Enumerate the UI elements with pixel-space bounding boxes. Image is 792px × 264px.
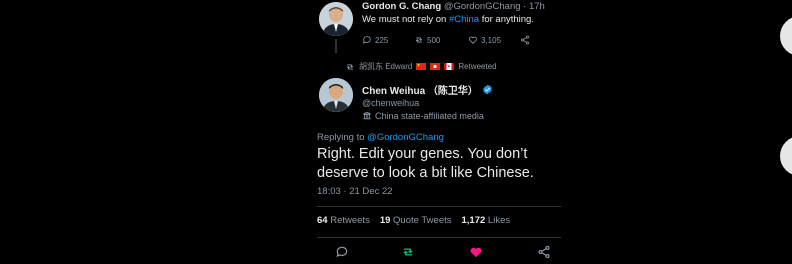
retweet-button[interactable] [401, 245, 415, 259]
header-separator: · [523, 1, 527, 12]
parent-reply-count: 225 [375, 35, 389, 45]
state-media-icon [363, 111, 371, 120]
parent-share-button[interactable] [520, 35, 530, 45]
tweet-stats: 64 Retweets 19 Quote Tweets 1,172 Likes [317, 215, 510, 226]
parent-retweet-count: 500 [427, 35, 441, 45]
thread-connector [335, 39, 337, 53]
reply-button[interactable] [335, 245, 349, 259]
retweeted-label: Retweeted [458, 62, 497, 71]
stats-bottom-divider [317, 237, 561, 238]
parent-author-handle[interactable]: @GordonGChang [444, 1, 521, 12]
edge-overlay-circle-top [780, 16, 792, 56]
retweet-icon [346, 64, 354, 69]
main-tweet-actions [317, 245, 561, 261]
retweet-banner[interactable]: 胡凯东 Edward Retweeted [345, 61, 497, 72]
gordon-avatar[interactable] [319, 2, 353, 36]
likes-stat[interactable]: 1,172 Likes [462, 215, 511, 226]
parent-reply-button[interactable]: 225 [362, 35, 388, 45]
parent-tweet-text: We must not rely on #China for anything. [362, 14, 534, 25]
parent-author-name[interactable]: Gordon G. Chang [362, 1, 441, 12]
retweets-count: 64 [317, 215, 328, 226]
china-flag-icon [416, 63, 427, 70]
replying-to-handle-link[interactable]: @GordonGChang [367, 132, 444, 143]
reply-icon [363, 36, 371, 44]
quote-tweets-stat[interactable]: 19 Quote Tweets [380, 215, 452, 226]
quote-label: Quote Tweets [393, 215, 452, 226]
retweets-label: Retweets [330, 215, 370, 226]
retweets-stat[interactable]: 64 Retweets [317, 215, 370, 226]
parent-text-end: for anything. [479, 14, 534, 25]
tweet-thread: Gordon G. Chang @GordonGChang · 17h We m… [305, 0, 561, 264]
parent-tweet-header: Gordon G. Chang @GordonGChang · 17h [362, 1, 545, 12]
main-author-name: Chen Weihua （陈卫华） [362, 86, 478, 97]
like-icon [468, 36, 478, 44]
state-media-label[interactable]: China state-affiliated media [362, 111, 484, 121]
verified-icon [483, 84, 492, 95]
parent-like-button[interactable]: 3,105 [468, 35, 501, 45]
edge-overlay-circle-bottom [780, 136, 792, 176]
share-icon [538, 245, 550, 259]
like-icon [470, 247, 482, 258]
hong-kong-flag-icon [430, 63, 441, 70]
retweeter-name: 胡凯东 Edward [359, 62, 413, 71]
state-media-text: China state-affiliated media [375, 111, 484, 121]
retweet-icon [403, 248, 413, 256]
parent-tweet-time[interactable]: 17h [529, 1, 545, 12]
stats-top-divider [317, 206, 561, 207]
parent-retweet-button[interactable]: 500 [414, 35, 440, 45]
retweet-icon [415, 37, 423, 43]
replying-to-prefix: Replying to [317, 132, 368, 143]
reply-icon [336, 246, 348, 258]
main-tweet-timestamp[interactable]: 18:03 · 21 Dec 22 [317, 186, 393, 197]
parent-like-count: 3,105 [481, 35, 502, 45]
replying-to: Replying to @GordonGChang [317, 132, 444, 143]
main-tweet-text: Right. Edit your genes. You don’t deserv… [317, 146, 534, 181]
like-button[interactable] [469, 245, 483, 259]
chen-avatar[interactable] [319, 78, 353, 112]
parent-text-start: We must not rely on [362, 14, 449, 25]
main-author-handle[interactable]: @chenweihua [362, 98, 419, 108]
share-button[interactable] [537, 245, 551, 259]
china-hashtag-link[interactable]: #China [449, 14, 479, 25]
canada-flag-icon [444, 63, 455, 70]
main-author-name-row[interactable]: Chen Weihua （陈卫华） [362, 82, 493, 97]
quote-count: 19 [379, 215, 391, 226]
likes-count: 1,172 [461, 215, 486, 226]
likes-label: Likes [487, 215, 511, 226]
share-icon [521, 35, 529, 45]
